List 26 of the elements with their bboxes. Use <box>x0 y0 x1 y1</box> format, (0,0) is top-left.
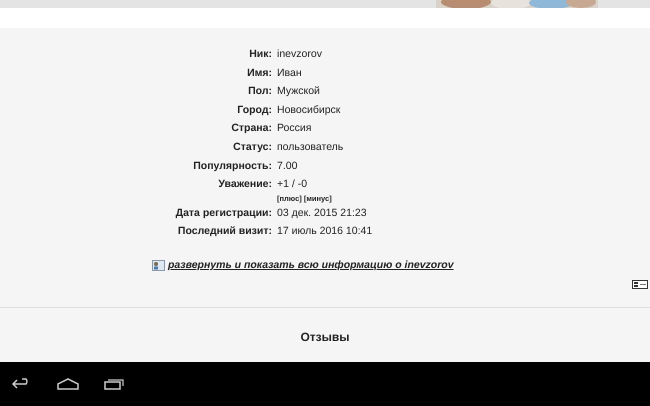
field-value: 03 дек. 2015 21:23 <box>277 206 367 219</box>
field-value: 17 июль 2016 10:41 <box>277 225 372 238</box>
field-value: Россия <box>277 122 312 134</box>
field-value: пользователь <box>277 140 344 153</box>
field-label: Имя: <box>246 66 273 81</box>
field-value: 7.00 <box>277 160 298 172</box>
profile-card-icon <box>152 260 165 272</box>
field-label: Статус: <box>232 140 273 155</box>
field-value: Новосибирск <box>277 104 340 116</box>
field-value: +1 / -0 <box>277 178 308 190</box>
field-value: inevzorov <box>277 48 322 60</box>
recent-apps-icon[interactable] <box>104 378 124 390</box>
field-value: Иван <box>277 66 302 79</box>
field-label: Уважение: <box>217 177 273 192</box>
field-label: Страна: <box>230 121 273 136</box>
reviews-title: Отзывы <box>299 328 351 346</box>
field-label: Дата регистрации: <box>174 206 273 221</box>
field-label: Город: <box>236 102 273 118</box>
expand-info-link[interactable]: развернуть и показать всю информацию о inevzorov <box>168 258 454 274</box>
field-label: Последний визит: <box>176 224 273 240</box>
field-label: Популярность: <box>192 158 273 174</box>
field-label: Ник: <box>248 47 273 62</box>
field-value: Мужской <box>277 85 320 98</box>
card-icon <box>632 280 648 289</box>
home-icon[interactable] <box>57 378 79 390</box>
field-label: Пол: <box>247 84 273 100</box>
